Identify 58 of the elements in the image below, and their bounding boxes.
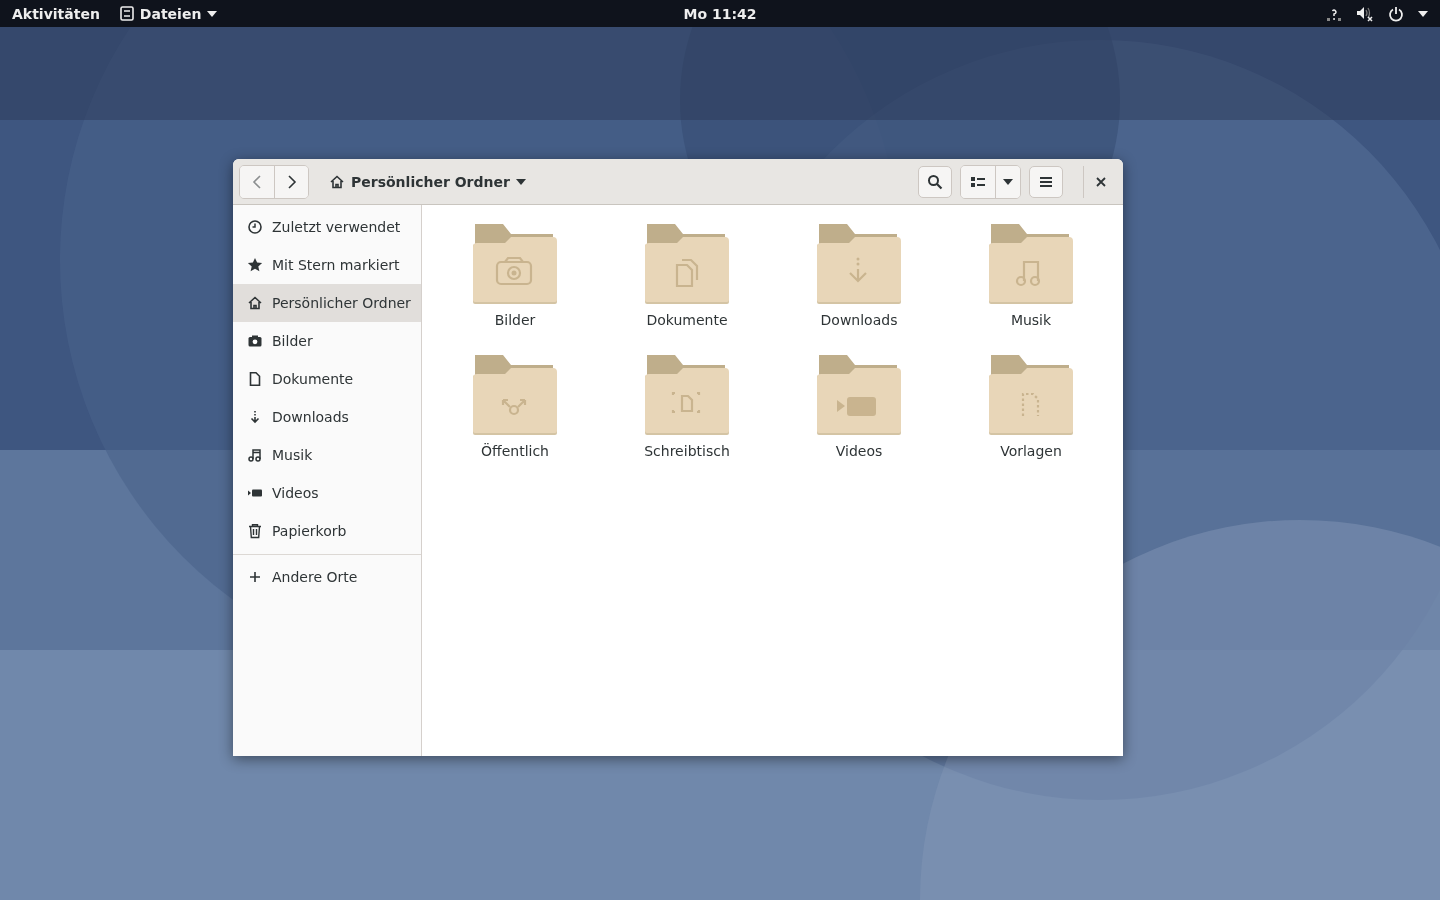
activities-button[interactable]: Aktivitäten — [12, 5, 100, 22]
caret-icon — [207, 10, 218, 17]
search-icon — [927, 173, 943, 190]
music-icon — [247, 447, 263, 463]
clock-icon — [247, 219, 263, 235]
sidebar-item[interactable]: Downloads — [233, 398, 421, 436]
power-icon[interactable] — [1388, 5, 1404, 22]
view-options-button[interactable] — [995, 165, 1020, 198]
menu-icon — [1040, 176, 1052, 187]
folder-icon[interactable] — [472, 222, 558, 306]
sidebar-item[interactable]: Persönlicher Ordner — [233, 284, 421, 322]
folder-icon[interactable] — [644, 222, 730, 306]
folder-name[interactable]: Bilder — [494, 312, 536, 328]
view-toggle-button[interactable] — [961, 165, 995, 198]
folder-icon[interactable] — [472, 353, 558, 437]
folder-icon[interactable] — [988, 353, 1074, 437]
caret-icon — [515, 178, 526, 185]
sidebar-item[interactable]: Papierkorb — [233, 512, 421, 550]
back-button[interactable] — [240, 165, 274, 198]
folder-name[interactable]: Downloads — [820, 312, 898, 328]
sidebar-item[interactable]: Zuletzt verwendet — [233, 208, 421, 246]
chevron-left-icon — [252, 174, 262, 189]
muted-speaker-icon[interactable] — [1356, 5, 1374, 22]
app-menu-label[interactable]: Dateien — [139, 5, 202, 22]
chevron-right-icon — [286, 174, 297, 189]
list-icon — [971, 176, 985, 187]
home-icon — [329, 173, 345, 190]
folder-icon[interactable] — [816, 353, 902, 437]
menu-button[interactable] — [1029, 165, 1063, 198]
folder-name[interactable]: Vorlagen — [1000, 443, 1062, 459]
document-icon — [247, 371, 263, 387]
other-locations-item[interactable]: Andere Orte — [233, 558, 421, 596]
folder-name[interactable]: Videos — [835, 443, 883, 459]
camera-icon — [247, 333, 263, 349]
sidebar-item[interactable]: Dokumente — [233, 360, 421, 398]
trash-icon — [247, 523, 263, 539]
location-button[interactable]: Persönlicher Ordner — [323, 169, 532, 194]
folder-icon[interactable] — [644, 353, 730, 437]
sidebar-item[interactable]: Musik — [233, 436, 421, 474]
folder-name[interactable]: Musik — [1010, 312, 1052, 328]
folder-icon[interactable] — [988, 222, 1074, 306]
sidebar-item[interactable]: Mit Stern markiert — [233, 246, 421, 284]
sidebar-item[interactable]: Bilder — [233, 322, 421, 360]
cabinet-icon — [119, 6, 134, 21]
sidebar-item[interactable]: Videos — [233, 474, 421, 512]
home-icon — [247, 295, 263, 311]
folder-name[interactable]: Dokumente — [646, 312, 728, 328]
star-icon — [247, 257, 263, 273]
caret-icon[interactable] — [1418, 10, 1428, 17]
caret-icon — [1003, 178, 1013, 185]
clock[interactable]: Mo 11:42 — [670, 5, 770, 22]
folder-icon[interactable] — [816, 222, 902, 306]
close-icon — [1095, 176, 1106, 187]
folder-name[interactable]: Öffentlich — [481, 443, 549, 459]
forward-button[interactable] — [274, 165, 308, 198]
folder-name[interactable]: Schreibtisch — [644, 443, 730, 459]
plus-icon — [247, 569, 263, 585]
search-button[interactable] — [918, 165, 952, 198]
